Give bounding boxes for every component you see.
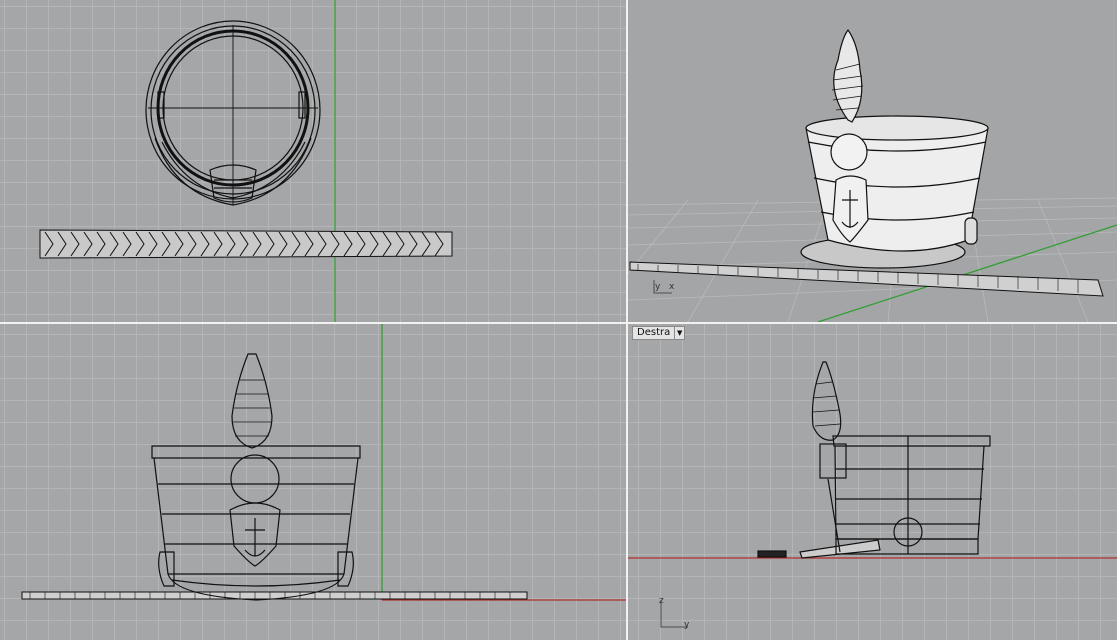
strap-front [21,591,528,600]
axis-label-z: z [659,596,664,606]
shako-right [757,361,991,559]
axis-label-y: y [684,620,690,630]
viewport-top[interactable] [0,0,626,322]
shako-perspective [800,28,989,269]
right-view-scene [628,361,1117,628]
shako-front [151,353,361,601]
axis-gizmo-icon [653,280,672,294]
ring-wireframe [145,20,321,206]
perspective-view-scene [628,28,1117,322]
strap-chain-top [39,229,453,259]
viewport-perspective[interactable]: y x [628,0,1117,322]
viewport-right[interactable]: Destra ▼ z y [628,324,1117,640]
front-view-scene [21,324,626,601]
top-view-scene [39,0,453,322]
viewport-divider-vertical[interactable] [626,0,628,640]
viewport-divider-horizontal[interactable] [0,322,1117,324]
viewport-front[interactable] [0,324,626,640]
